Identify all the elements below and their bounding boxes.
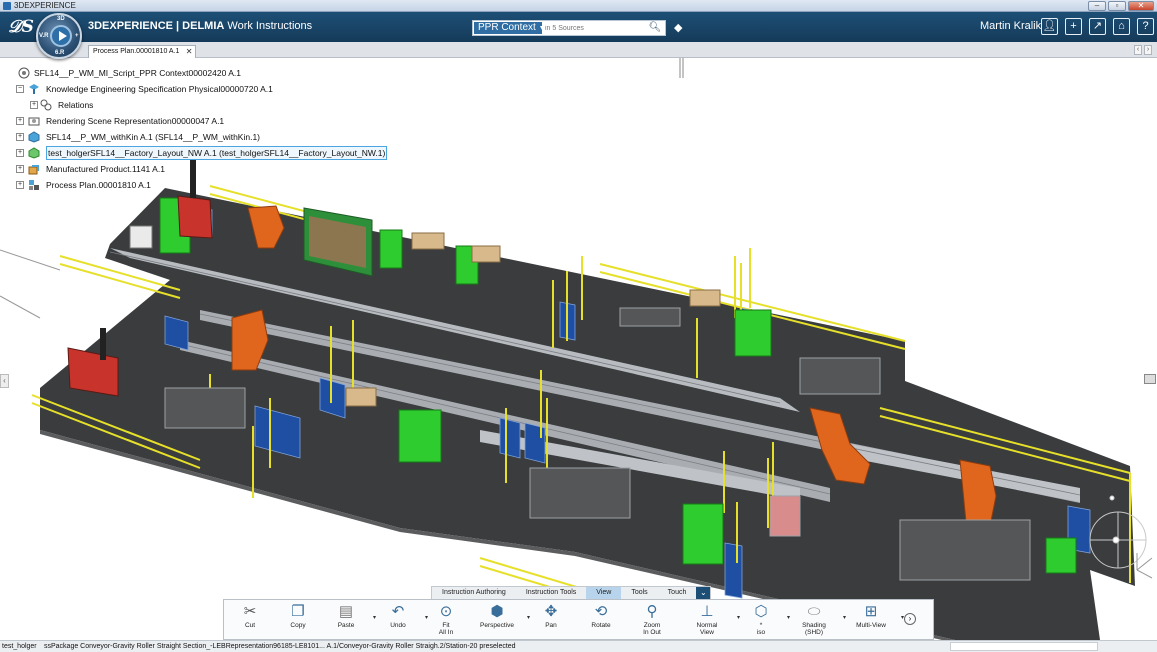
search-icon[interactable]: 🔍︎ <box>648 22 662 34</box>
ds-logo: 𝒟S <box>8 17 34 37</box>
rendering-icon <box>28 115 40 127</box>
axis-indicator <box>1136 553 1153 579</box>
status-user: test_holger <box>2 643 37 650</box>
app-title: 3DEXPERIENCE | DELMIA Work Instructions <box>88 20 313 32</box>
shading-icon: ⬭ <box>807 603 821 620</box>
expand-toggle[interactable]: + <box>16 133 24 141</box>
expand-toggle[interactable]: + <box>16 165 24 173</box>
more-commands-icon[interactable]: › <box>904 613 916 625</box>
iso-view-button[interactable]: ⬡ * iso ▾ <box>736 600 790 640</box>
multi-view-button[interactable]: ⊞ Multi-View ▾ <box>842 600 904 640</box>
copy-button[interactable]: ❐ Copy <box>276 600 320 640</box>
tab-instruction-tools[interactable]: Instruction Tools <box>516 587 586 599</box>
search-input[interactable] <box>545 22 641 34</box>
compass-widget[interactable]: 3D V.R + 6.R <box>36 13 82 59</box>
fit-all-icon: ⊙ <box>439 603 453 620</box>
tab-instruction-authoring[interactable]: Instruction Authoring <box>432 587 516 599</box>
app-window-icon <box>3 2 11 10</box>
fit-all-in-button[interactable]: ⊙ Fit All In <box>424 600 468 640</box>
close-tab-icon[interactable]: ✕ <box>186 46 193 58</box>
undo-button[interactable]: ↶ Undo ▾ <box>372 600 428 640</box>
tab-process-plan[interactable]: Process Plan.00001810 A.1 ✕ <box>88 45 197 58</box>
perspective-icon: ⬢ <box>490 603 504 620</box>
search-bar: PPR Context ▼ 🔍︎ <box>472 20 666 36</box>
paste-icon: ▤ <box>338 603 354 620</box>
collapse-toggle[interactable]: − <box>16 85 24 93</box>
tab-scroll-right-button[interactable]: › <box>1144 45 1152 55</box>
multi-view-icon: ⊞ <box>864 603 878 620</box>
status-bar: test_holger ssPackage Conveyor-Gravity R… <box>0 640 1157 652</box>
pan-icon: ✥ <box>544 603 558 620</box>
process-plan-icon <box>28 179 40 191</box>
add-icon[interactable]: + <box>1065 18 1082 35</box>
normal-view-icon: ⊥ <box>700 603 714 620</box>
expand-toggle[interactable]: + <box>16 117 24 125</box>
help-icon[interactable]: ? <box>1137 18 1154 35</box>
rotate-button[interactable]: ⟲ Rotate <box>576 600 626 640</box>
app-header: 𝒟S 3DEXPERIENCE | DELMIA Work Instructio… <box>0 12 1157 42</box>
window-title: 3DEXPERIENCE <box>14 1 76 10</box>
action-bar-tabs: Instruction Authoring Instruction Tools … <box>431 586 712 599</box>
user-profile-icon[interactable]: 👤︎ <box>1041 18 1058 35</box>
status-message: ssPackage Conveyor-Gravity Roller Straig… <box>44 643 516 650</box>
shading-button[interactable]: ⬭ Shading (SHD) ▾ <box>786 600 846 640</box>
zoom-in-out-button[interactable]: ⚲ Zoom In Out <box>626 600 678 640</box>
chevron-down-icon[interactable]: ▾ <box>901 614 904 621</box>
user-name[interactable]: Martin Kralik <box>980 20 1041 32</box>
compass-west-label: V.R <box>39 33 49 39</box>
action-bar: ✂ Cut ❐ Copy ▤ Paste ▾ ↶ Undo ▾ ⊙ Fit Al… <box>223 599 934 640</box>
cut-button[interactable]: ✂ Cut <box>224 600 276 640</box>
white-machine <box>129 225 153 249</box>
expand-toggle[interactable]: + <box>16 149 24 157</box>
manufactured-product-icon <box>28 163 40 175</box>
zoom-icon: ⚲ <box>646 603 658 620</box>
layout-icon <box>28 147 40 159</box>
tab-scroll-left-button[interactable]: ‹ <box>1134 45 1142 55</box>
ppr-context-dropdown[interactable]: PPR Context ▼ <box>474 22 546 34</box>
share-icon[interactable]: ↗ <box>1089 18 1106 35</box>
perspective-button[interactable]: ⬢ Perspective ▾ <box>468 600 530 640</box>
tab-tools[interactable]: Tools <box>621 587 657 599</box>
ppr-context-icon <box>18 67 30 79</box>
compass-east-label: + <box>75 33 79 39</box>
tab-view[interactable]: View <box>586 587 622 599</box>
pan-button[interactable]: ✥ Pan <box>526 600 576 640</box>
guide-line <box>0 249 61 271</box>
tag-icon[interactable]: ◆ <box>674 21 686 34</box>
knowledge-icon <box>28 83 40 95</box>
product-icon <box>28 131 40 143</box>
guide-line <box>0 295 41 319</box>
tab-touch[interactable]: Touch <box>658 587 697 599</box>
minimize-button[interactable]: – <box>1088 1 1106 11</box>
collapse-action-bar-icon[interactable]: ⌄ <box>696 587 711 599</box>
right-panel-toggle[interactable] <box>1144 374 1156 384</box>
maximize-button[interactable]: ▫ <box>1108 1 1126 11</box>
relations-icon <box>40 99 52 111</box>
compass-north-label: 3D <box>57 16 65 22</box>
status-input[interactable] <box>950 642 1098 651</box>
left-panel-toggle[interactable]: ‹ <box>0 374 9 388</box>
copy-icon: ❐ <box>291 603 305 620</box>
paste-button[interactable]: ▤ Paste ▾ <box>320 600 376 640</box>
play-icon[interactable] <box>50 25 72 47</box>
scissors-icon: ✂ <box>243 603 257 620</box>
expand-toggle[interactable]: + <box>16 181 24 189</box>
expand-toggle[interactable]: + <box>30 101 38 109</box>
iso-icon: ⬡ <box>754 603 768 620</box>
normal-view-button[interactable]: ⊥ Normal View ▾ <box>678 600 740 640</box>
compass-south-label: 6.R <box>55 50 65 56</box>
rotate-icon: ⟲ <box>594 603 608 620</box>
undo-icon: ↶ <box>391 603 405 620</box>
home-icon[interactable]: ⌂ <box>1113 18 1130 35</box>
close-window-button[interactable]: ✕ <box>1128 1 1154 11</box>
document-tab-row: Process Plan.00001810 A.1 ✕ ‹ › <box>0 42 1157 58</box>
os-title-bar: 3DEXPERIENCE – ▫ ✕ <box>0 0 1157 12</box>
